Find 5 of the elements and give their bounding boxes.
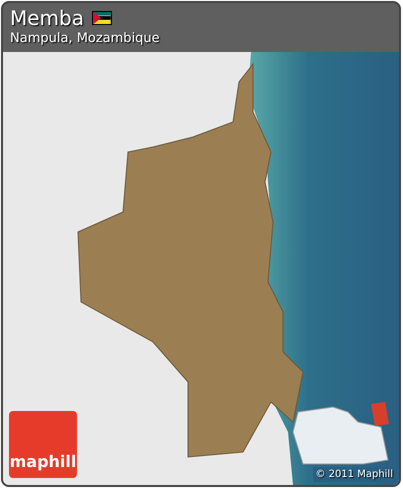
copyright-text: © 2011 Maphill (313, 467, 395, 482)
logo-text: maphill (10, 454, 76, 470)
flag-icon (92, 11, 112, 25)
map-title: Memba (10, 6, 84, 30)
map-subtitle: Nampula, Mozambique (10, 30, 161, 47)
